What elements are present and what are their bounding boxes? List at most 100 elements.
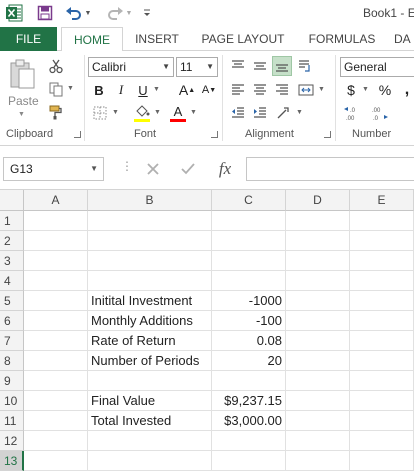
cancel-icon[interactable] xyxy=(141,159,165,179)
cell-b7[interactable]: Rate of Return xyxy=(88,331,212,351)
cell-c7[interactable]: 0.08 xyxy=(212,331,286,351)
save-icon[interactable] xyxy=(35,3,55,23)
cell-c13[interactable] xyxy=(212,451,286,471)
cell-b3[interactable] xyxy=(88,251,212,271)
row-header-7[interactable]: 7 xyxy=(0,331,24,351)
cell-e13[interactable] xyxy=(350,451,414,471)
row-header-9[interactable]: 9 xyxy=(0,371,24,391)
cell-e5[interactable] xyxy=(350,291,414,311)
cell-e7[interactable] xyxy=(350,331,414,351)
column-header-a[interactable]: A xyxy=(24,190,88,211)
undo-icon[interactable] xyxy=(64,3,84,23)
column-header-d[interactable]: D xyxy=(286,190,350,211)
cell-c1[interactable] xyxy=(212,211,286,231)
cell-a12[interactable] xyxy=(24,431,88,451)
increase-decimal-icon[interactable]: .0.00 xyxy=(342,103,364,123)
decrease-indent-icon[interactable] xyxy=(228,103,248,123)
row-header-6[interactable]: 6 xyxy=(0,311,24,331)
cell-c5[interactable]: -1000 xyxy=(212,291,286,311)
font-name-select[interactable]: Calibri ▼ xyxy=(88,57,174,77)
cell-e2[interactable] xyxy=(350,231,414,251)
currency-button[interactable]: $ xyxy=(343,80,359,100)
cell-e6[interactable] xyxy=(350,311,414,331)
worksheet-grid[interactable]: A B C D E 1 2 3 4 5 Initital Investment -1000 6 Month… xyxy=(0,190,414,471)
cell-e9[interactable] xyxy=(350,371,414,391)
cell-e11[interactable] xyxy=(350,411,414,431)
format-painter-icon[interactable] xyxy=(46,103,66,121)
percent-button[interactable]: % xyxy=(376,80,394,100)
borders-icon[interactable] xyxy=(90,103,110,123)
font-launcher-icon[interactable] xyxy=(211,131,218,138)
tab-formulas[interactable]: FORMULAS xyxy=(300,27,384,51)
number-format-select[interactable]: General xyxy=(340,57,414,77)
row-header-12[interactable]: 12 xyxy=(0,431,24,451)
cell-b12[interactable] xyxy=(88,431,212,451)
cell-d4[interactable] xyxy=(286,271,350,291)
redo-icon[interactable] xyxy=(105,3,125,23)
align-middle-icon[interactable] xyxy=(250,56,270,76)
undo-dropdown-icon[interactable]: ▼ xyxy=(83,3,93,23)
cell-a8[interactable] xyxy=(24,351,88,371)
cell-e10[interactable] xyxy=(350,391,414,411)
orientation-dropdown-icon[interactable]: ▼ xyxy=(296,109,303,116)
merge-center-icon[interactable] xyxy=(296,80,316,100)
cell-c4[interactable] xyxy=(212,271,286,291)
bold-button[interactable]: B xyxy=(90,80,108,100)
cell-d7[interactable] xyxy=(286,331,350,351)
cell-a2[interactable] xyxy=(24,231,88,251)
shrink-font-button[interactable]: A ▼ xyxy=(200,80,218,100)
align-bottom-icon[interactable] xyxy=(272,56,292,76)
cell-c8[interactable]: 20 xyxy=(212,351,286,371)
paste-icon[interactable] xyxy=(6,57,40,93)
customize-qat-icon[interactable] xyxy=(140,3,154,23)
decrease-decimal-icon[interactable]: .00.0 xyxy=(368,103,390,123)
cell-d2[interactable] xyxy=(286,231,350,251)
row-header-11[interactable]: 11 xyxy=(0,411,24,431)
cell-a11[interactable] xyxy=(24,411,88,431)
italic-button[interactable]: I xyxy=(112,80,130,100)
cell-b2[interactable] xyxy=(88,231,212,251)
cell-b13[interactable] xyxy=(88,451,212,471)
insert-function-button[interactable]: fx xyxy=(212,157,238,181)
fill-color-icon[interactable] xyxy=(132,102,152,124)
align-left-icon[interactable] xyxy=(228,80,248,100)
cell-a3[interactable] xyxy=(24,251,88,271)
cell-b11[interactable]: Total Invested xyxy=(88,411,212,431)
align-top-icon[interactable] xyxy=(228,56,248,76)
row-header-4[interactable]: 4 xyxy=(0,271,24,291)
cell-d11[interactable] xyxy=(286,411,350,431)
underline-button[interactable]: U xyxy=(134,80,152,100)
cell-e8[interactable] xyxy=(350,351,414,371)
cell-d8[interactable] xyxy=(286,351,350,371)
cell-d3[interactable] xyxy=(286,251,350,271)
enter-icon[interactable] xyxy=(176,159,200,179)
cell-b1[interactable] xyxy=(88,211,212,231)
cell-a7[interactable] xyxy=(24,331,88,351)
copy-dropdown-icon[interactable]: ▼ xyxy=(67,85,74,92)
formula-input[interactable] xyxy=(246,157,414,181)
wrap-orientation-icon[interactable] xyxy=(274,103,294,123)
increase-indent-icon[interactable] xyxy=(250,103,270,123)
tab-home[interactable]: HOME xyxy=(61,27,123,52)
cell-c6[interactable]: -100 xyxy=(212,311,286,331)
redo-dropdown-icon[interactable]: ▼ xyxy=(124,3,134,23)
cell-a13[interactable] xyxy=(24,451,88,471)
tab-data[interactable]: DA xyxy=(394,27,414,51)
tab-insert[interactable]: INSERT xyxy=(128,27,186,51)
cell-d1[interactable] xyxy=(286,211,350,231)
cell-c3[interactable] xyxy=(212,251,286,271)
cell-b6[interactable]: Monthly Additions xyxy=(88,311,212,331)
cell-c9[interactable] xyxy=(212,371,286,391)
cell-b8[interactable]: Number of Periods xyxy=(88,351,212,371)
alignment-launcher-icon[interactable] xyxy=(324,131,331,138)
row-header-10[interactable]: 10 xyxy=(0,391,24,411)
cell-d5[interactable] xyxy=(286,291,350,311)
cell-e4[interactable] xyxy=(350,271,414,291)
select-all-corner[interactable] xyxy=(0,190,24,211)
row-header-13[interactable]: 13 xyxy=(0,451,24,471)
cell-a10[interactable] xyxy=(24,391,88,411)
tab-page-layout[interactable]: PAGE LAYOUT xyxy=(195,27,291,51)
name-box[interactable]: G13 ▼ xyxy=(3,157,104,181)
row-header-1[interactable]: 1 xyxy=(0,211,24,231)
align-center-icon[interactable] xyxy=(250,80,270,100)
